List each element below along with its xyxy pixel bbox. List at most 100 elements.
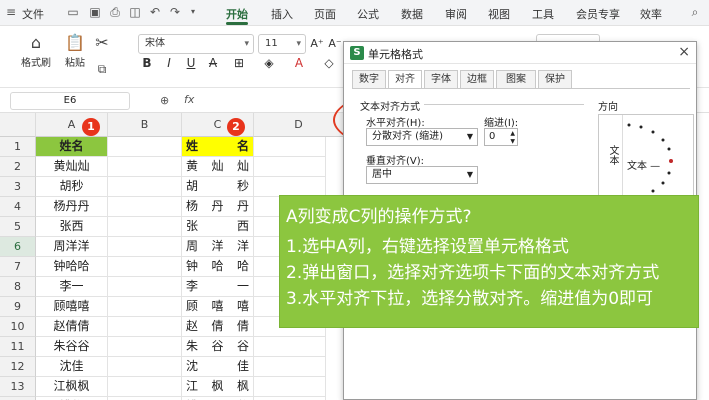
zoom-icon[interactable]: ⊕ bbox=[160, 94, 169, 107]
tab-efficiency[interactable]: 效率 bbox=[640, 6, 662, 22]
cell-a[interactable]: 胡秒 bbox=[36, 177, 108, 197]
row-header[interactable]: 12 bbox=[0, 357, 36, 377]
italic-button[interactable]: I bbox=[162, 56, 176, 70]
row-header[interactable]: 1 bbox=[0, 137, 36, 157]
cell-b[interactable] bbox=[108, 157, 182, 177]
cell-a[interactable]: 杨丹丹 bbox=[36, 197, 108, 217]
tab-insert[interactable]: 插入 bbox=[271, 6, 293, 22]
cell-b[interactable] bbox=[108, 277, 182, 297]
tab-font[interactable]: 字体 bbox=[424, 70, 458, 88]
spin-down-icon[interactable]: ▼ bbox=[510, 138, 515, 145]
cell-b[interactable] bbox=[108, 297, 182, 317]
indent-stepper[interactable]: 0 ▲ ▼ bbox=[484, 128, 518, 146]
row-header[interactable]: 8 bbox=[0, 277, 36, 297]
tab-protection[interactable]: 保护 bbox=[538, 70, 572, 88]
dialog-title-bar[interactable]: S 单元格格式 × bbox=[344, 42, 696, 64]
print-icon[interactable]: ⎙ bbox=[108, 5, 122, 19]
underline-button[interactable]: U bbox=[184, 56, 198, 70]
cell-a[interactable]: 江枫枫 bbox=[36, 377, 108, 397]
border-icon[interactable]: ⊞ bbox=[232, 56, 246, 70]
fill-color-icon[interactable]: ◈ bbox=[262, 56, 276, 70]
corner-cell[interactable] bbox=[0, 113, 36, 137]
column-header-d[interactable]: D bbox=[254, 113, 344, 137]
copy-button[interactable]: ⧉ bbox=[92, 60, 112, 78]
cell-a[interactable]: 沈佳 bbox=[36, 357, 108, 377]
cell-b[interactable] bbox=[108, 377, 182, 397]
horizontal-align-select[interactable]: 分散对齐 (缩进) ▼ bbox=[366, 128, 478, 146]
menu-icon[interactable]: ≡ bbox=[4, 5, 18, 19]
cell-a[interactable]: 顾嘻嘻 bbox=[36, 297, 108, 317]
tab-pattern[interactable]: 图案 bbox=[496, 70, 536, 88]
cell-c[interactable]: 黄灿灿 bbox=[182, 157, 254, 177]
cell-a[interactable]: 朱谷谷 bbox=[36, 337, 108, 357]
tab-formula[interactable]: 公式 bbox=[357, 6, 379, 22]
spin-up-icon[interactable]: ▲ bbox=[510, 130, 515, 137]
row-header[interactable]: 3 bbox=[0, 177, 36, 197]
font-size-select[interactable]: 11 ▾ bbox=[258, 34, 306, 54]
cell-b[interactable] bbox=[108, 237, 182, 257]
row-header[interactable]: 4 bbox=[0, 197, 36, 217]
cell-c[interactable]: 沈佳 bbox=[182, 357, 254, 377]
fx-icon[interactable]: fx bbox=[184, 93, 194, 106]
row-header[interactable]: 13 bbox=[0, 377, 36, 397]
format-painter-button[interactable]: ⌂ 格式刷 bbox=[18, 34, 54, 70]
undo-icon[interactable]: ↶ bbox=[148, 5, 162, 19]
search-icon[interactable]: ⌕ bbox=[688, 5, 702, 19]
cell-c[interactable]: 朱谷谷 bbox=[182, 337, 254, 357]
cell-b[interactable] bbox=[108, 137, 182, 157]
cell-c[interactable]: 杨丹丹 bbox=[182, 197, 254, 217]
font-name-select[interactable]: 宋体 ▾ bbox=[138, 34, 254, 54]
row-header[interactable]: 5 bbox=[0, 217, 36, 237]
cell-a[interactable]: 钟哈哈 bbox=[36, 257, 108, 277]
shrink-font-icon[interactable]: A⁻ bbox=[328, 37, 342, 50]
grow-font-icon[interactable]: A⁺ bbox=[310, 37, 324, 50]
cell-d[interactable] bbox=[254, 377, 326, 397]
row-header[interactable]: 2 bbox=[0, 157, 36, 177]
tab-home[interactable]: 开始 bbox=[226, 6, 248, 22]
cell-a[interactable]: 赵倩倩 bbox=[36, 317, 108, 337]
cell-b[interactable] bbox=[108, 257, 182, 277]
cell-c[interactable]: 李一 bbox=[182, 277, 254, 297]
paste-button[interactable]: 📋 粘贴 bbox=[58, 34, 92, 70]
row-header[interactable]: 11 bbox=[0, 337, 36, 357]
tab-tools[interactable]: 工具 bbox=[532, 6, 554, 22]
cut-button[interactable]: ✂ bbox=[92, 34, 112, 52]
cell-b[interactable] bbox=[108, 197, 182, 217]
vertical-text-option[interactable]: 文本 bbox=[599, 115, 623, 203]
tab-data[interactable]: 数据 bbox=[401, 6, 423, 22]
cell-a[interactable]: 黄灿灿 bbox=[36, 157, 108, 177]
cell-a[interactable]: 张西 bbox=[36, 217, 108, 237]
tab-review[interactable]: 审阅 bbox=[445, 6, 467, 22]
cell-d[interactable] bbox=[254, 357, 326, 377]
bold-button[interactable]: B bbox=[140, 56, 154, 70]
cell-c[interactable]: 江枫枫 bbox=[182, 377, 254, 397]
chevron-down-icon[interactable]: ▾ bbox=[186, 5, 200, 19]
column-header-b[interactable]: B bbox=[108, 113, 182, 137]
close-icon[interactable]: × bbox=[678, 44, 690, 60]
cell-c[interactable]: 周洋洋 bbox=[182, 237, 254, 257]
cell-b[interactable] bbox=[108, 337, 182, 357]
cell-b[interactable] bbox=[108, 217, 182, 237]
row-header[interactable]: 10 bbox=[0, 317, 36, 337]
redo-icon[interactable]: ↷ bbox=[168, 5, 182, 19]
cell-d[interactable] bbox=[254, 137, 326, 157]
cell-b[interactable] bbox=[108, 357, 182, 377]
strike-button[interactable]: A bbox=[206, 56, 220, 70]
save-icon[interactable]: ▣ bbox=[88, 5, 102, 19]
row-header[interactable]: 6 bbox=[0, 237, 36, 257]
row-header[interactable]: 9 bbox=[0, 297, 36, 317]
name-box[interactable]: E6 bbox=[10, 92, 130, 110]
folder-icon[interactable]: ▭ bbox=[66, 5, 80, 19]
cell-a[interactable]: 李一 bbox=[36, 277, 108, 297]
cell-c[interactable]: 张西 bbox=[182, 217, 254, 237]
row-header[interactable]: 7 bbox=[0, 257, 36, 277]
tab-page[interactable]: 页面 bbox=[314, 6, 336, 22]
font-color-icon[interactable]: A bbox=[292, 56, 306, 70]
tab-number[interactable]: 数字 bbox=[352, 70, 386, 88]
cell-d[interactable] bbox=[254, 157, 326, 177]
preview-icon[interactable]: ◫ bbox=[128, 5, 142, 19]
cell-c[interactable]: 赵倩倩 bbox=[182, 317, 254, 337]
cell-a[interactable]: 姓名 bbox=[36, 137, 108, 157]
cell-d[interactable] bbox=[254, 337, 326, 357]
cell-c[interactable]: 姓名 bbox=[182, 137, 254, 157]
